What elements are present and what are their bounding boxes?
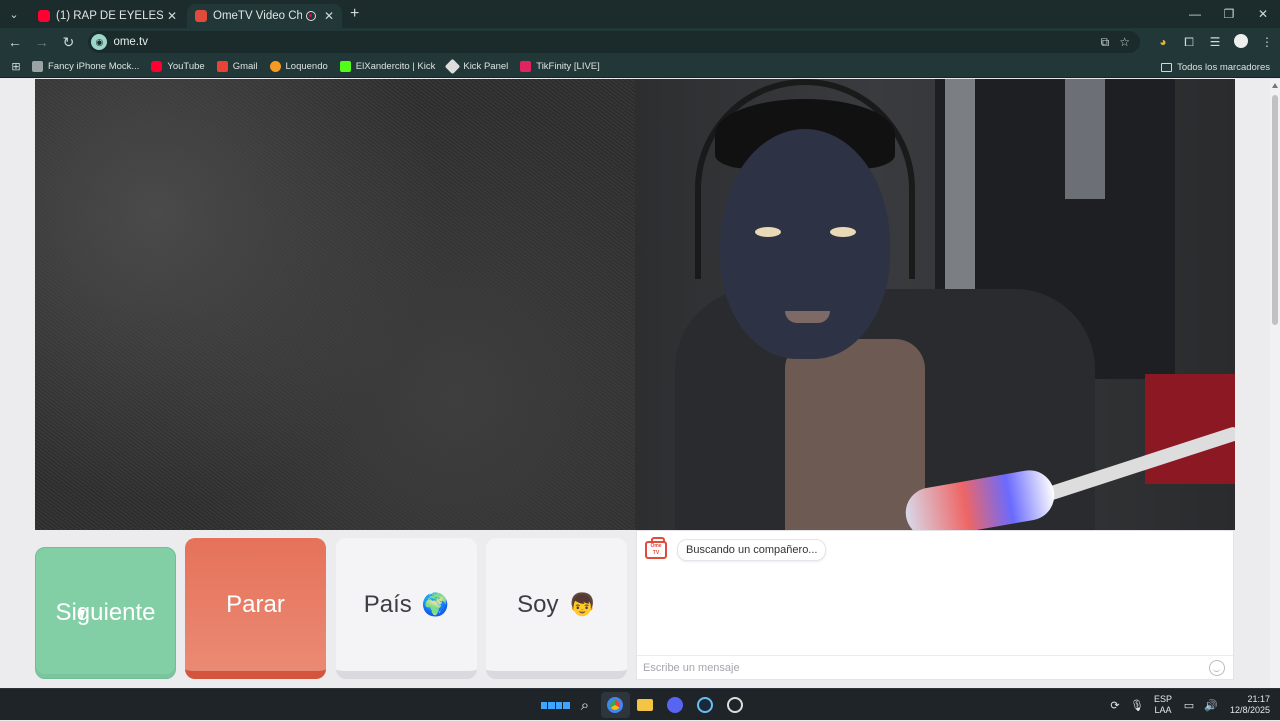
- partner-video-static: [35, 79, 635, 530]
- clock[interactable]: 21:17 12/8/2025: [1230, 694, 1270, 716]
- color-extension-icon[interactable]: ◕: [1150, 35, 1176, 49]
- next-button[interactable]: Siguiente: [35, 547, 176, 679]
- file-explorer-icon[interactable]: [631, 692, 660, 718]
- system-tray: ⟳ 🎙 ESP LAA ▭ 🔊 21:17 12/8/2025: [1104, 689, 1280, 721]
- scroll-up-icon[interactable]: [1272, 83, 1278, 88]
- bookmark-gmail[interactable]: Gmail: [216, 61, 258, 72]
- chrome-icon[interactable]: [600, 692, 630, 718]
- window-controls: — ❐ ✕: [1178, 0, 1280, 28]
- globe-icon: 🌍: [421, 591, 450, 617]
- loquendo-icon: [269, 61, 281, 72]
- all-bookmarks-button[interactable]: Todos los marcadores: [1161, 56, 1270, 78]
- install-app-icon[interactable]: ⧉: [1101, 35, 1110, 50]
- obs-icon[interactable]: [721, 692, 750, 718]
- recording-icon: [305, 11, 316, 21]
- start-windows-icon[interactable]: [540, 692, 570, 718]
- bookmark-kick-panel[interactable]: Kick Panel: [445, 58, 508, 75]
- bookmark-fancy-iphone[interactable]: Fancy iPhone Mock...: [32, 61, 139, 72]
- tab-title: OmeTV Video Chat — Ome: [213, 10, 302, 22]
- page-icon: [32, 61, 43, 72]
- tab-ometv[interactable]: OmeTV Video Chat — Ome ✕: [187, 4, 342, 28]
- sync-icon[interactable]: ⟳: [1104, 699, 1126, 712]
- chat-input-row: [637, 655, 1233, 679]
- browser-menu-icon[interactable]: ⋮: [1254, 35, 1280, 49]
- bookmark-tikfinity[interactable]: TikFinity [LIVE]: [520, 61, 600, 72]
- youtube-favicon-icon: [38, 10, 50, 22]
- search-icon[interactable]: ⌕: [571, 692, 600, 718]
- reading-list-icon[interactable]: ☰: [1202, 35, 1228, 49]
- boy-icon: 👦: [568, 591, 596, 617]
- restore-icon[interactable]: ❐: [1212, 0, 1246, 28]
- bookmark-youtube[interactable]: YouTube: [151, 61, 205, 72]
- network-icon[interactable]: ▭: [1178, 699, 1200, 712]
- address-bar[interactable]: ◉ ome.tv ⧉ ☆: [88, 31, 1141, 53]
- tab-search-chevron-icon[interactable]: ⌄: [4, 4, 24, 24]
- forward-icon[interactable]: →: [30, 34, 54, 50]
- folder-icon: [1161, 62, 1173, 72]
- country-filter-button[interactable]: País 🌍: [336, 538, 477, 679]
- back-icon[interactable]: ←: [3, 34, 27, 50]
- apps-grid-icon[interactable]: ⊞: [0, 60, 32, 73]
- chat-panel: Ome TV Buscando un compañero...: [636, 530, 1234, 680]
- ometv-favicon-icon: [195, 10, 207, 22]
- reload-icon[interactable]: ↻: [57, 34, 81, 51]
- status-message: Buscando un compañero...: [677, 539, 827, 561]
- toolbar-right: ◕ ⧠ ☰ ⋮: [1150, 33, 1280, 51]
- minimize-icon[interactable]: —: [1178, 0, 1212, 28]
- browser-toolbar: ← → ↻ ◉ ome.tv ⧉ ☆ ◕ ⧠ ☰ ⋮: [0, 28, 1280, 56]
- tab-title: (1) RAP DE EYELESS JACK 2020: [56, 10, 163, 22]
- bookmark-kick[interactable]: ElXandercito | Kick: [339, 61, 435, 72]
- gender-label: Soy: [517, 590, 559, 618]
- gmail-icon: [216, 61, 228, 72]
- tab-youtube[interactable]: (1) RAP DE EYELESS JACK 2020 ✕: [30, 4, 185, 28]
- windows-taskbar: ⌕ ⟳ 🎙 ESP LAA ▭ 🔊 21:17 12/8/2025: [0, 688, 1280, 720]
- gender-select-button[interactable]: Soy 👦: [486, 538, 627, 679]
- profile-avatar-icon[interactable]: [1228, 33, 1254, 51]
- discord-icon[interactable]: [661, 692, 690, 718]
- site-info-icon[interactable]: ◉: [91, 34, 108, 50]
- bookmark-loquendo[interactable]: Loquendo: [269, 61, 328, 72]
- microphone-icon[interactable]: 🎙: [1126, 699, 1148, 712]
- tab-strip: ⌄ (1) RAP DE EYELESS JACK 2020 ✕ OmeTV V…: [0, 0, 1280, 28]
- taskbar-apps: ⌕: [540, 689, 750, 721]
- scroll-thumb[interactable]: [1272, 95, 1278, 325]
- youtube-icon: [151, 61, 163, 72]
- kick-icon: [339, 61, 351, 72]
- close-window-icon[interactable]: ✕: [1246, 0, 1280, 28]
- stop-button[interactable]: Parar: [185, 538, 326, 679]
- close-tab-icon[interactable]: ✕: [324, 9, 334, 23]
- bookmarks-bar: ⊞ Fancy iPhone Mock... YouTube Gmail Loq…: [0, 56, 1280, 78]
- kick-panel-icon: [445, 58, 461, 75]
- new-tab-button[interactable]: +: [350, 5, 359, 23]
- page-scrollbar[interactable]: [1270, 79, 1280, 688]
- address-url[interactable]: ome.tv: [113, 36, 1100, 48]
- message-input[interactable]: [637, 656, 1209, 679]
- next-label: Siguiente: [55, 599, 156, 626]
- emoji-picker-icon[interactable]: [1209, 659, 1225, 676]
- steam-icon[interactable]: [691, 692, 720, 718]
- stop-label: Parar: [226, 590, 285, 618]
- volume-icon[interactable]: 🔊: [1200, 699, 1222, 712]
- ometv-logo-icon: Ome TV: [645, 537, 667, 559]
- close-tab-icon[interactable]: ✕: [167, 9, 177, 23]
- self-webcam-video: [635, 79, 1235, 530]
- tikfinity-icon: [520, 61, 532, 72]
- extensions-puzzle-icon[interactable]: ⧠: [1176, 35, 1202, 50]
- input-language[interactable]: ESP LAA: [1154, 694, 1172, 716]
- bookmark-star-icon[interactable]: ☆: [1119, 35, 1130, 49]
- country-label: País: [363, 590, 412, 618]
